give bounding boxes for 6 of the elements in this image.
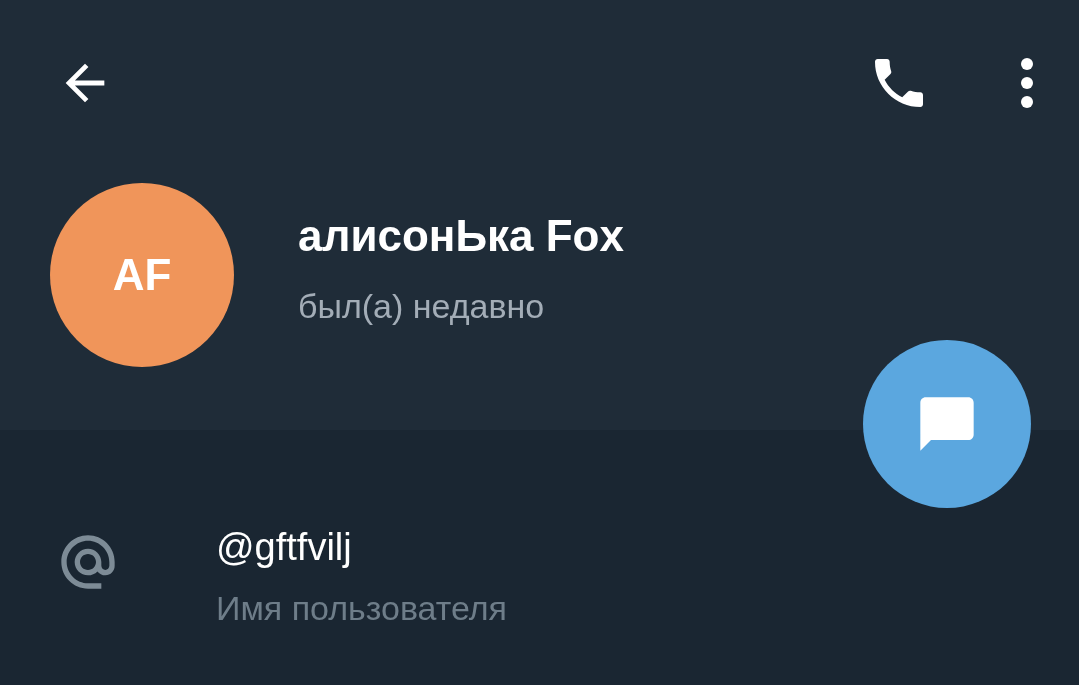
avatar: AF: [50, 183, 234, 367]
last-seen-status: был(а) недавно: [298, 286, 546, 326]
more-vertical-icon: [1019, 56, 1035, 109]
username-label: Имя пользователя: [216, 589, 507, 628]
username-value: @gftfvilj: [216, 526, 353, 569]
contact-name: алисонЬка Fox: [298, 210, 624, 261]
